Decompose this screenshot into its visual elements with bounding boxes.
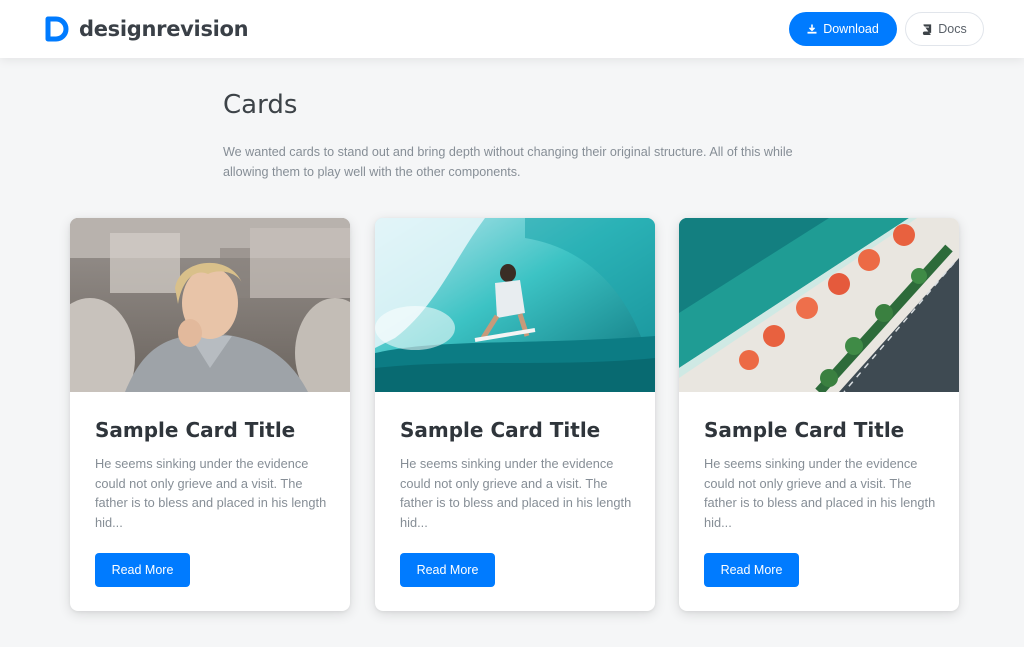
- page-description: We wanted cards to stand out and bring d…: [223, 145, 793, 179]
- card-image-beach-aerial: [679, 218, 959, 392]
- download-button[interactable]: Download: [789, 12, 897, 46]
- brand-logo-link[interactable]: designrevision: [45, 14, 249, 44]
- download-icon: [807, 24, 817, 34]
- read-more-button[interactable]: Read More: [704, 553, 799, 587]
- sample-card: Sample Card Title He seems sinking under…: [70, 218, 350, 611]
- sample-card: Sample Card Title He seems sinking under…: [375, 218, 655, 611]
- sample-card: Sample Card Title He seems sinking under…: [679, 218, 959, 611]
- top-navbar: designrevision Download Docs: [0, 0, 1024, 58]
- card-text: He seems sinking under the evidence coul…: [704, 456, 936, 531]
- download-button-label: Download: [823, 22, 879, 36]
- card-text: He seems sinking under the evidence coul…: [95, 456, 327, 531]
- docs-button-label: Docs: [938, 22, 967, 36]
- card-image-surfer-wave: [375, 218, 655, 392]
- card-title: Sample Card Title: [400, 418, 601, 442]
- card-text: He seems sinking under the evidence coul…: [400, 456, 632, 531]
- card-title: Sample Card Title: [704, 418, 905, 442]
- docs-button[interactable]: Docs: [905, 12, 984, 46]
- brand-name: designrevision: [79, 17, 249, 41]
- card-image-woman-portrait: [70, 218, 350, 392]
- read-more-button[interactable]: Read More: [400, 553, 495, 587]
- read-more-button[interactable]: Read More: [95, 553, 190, 587]
- designrevision-logo-icon: [45, 16, 69, 42]
- card-title: Sample Card Title: [95, 418, 296, 442]
- page-title: Cards: [223, 90, 298, 120]
- book-icon: [922, 23, 932, 35]
